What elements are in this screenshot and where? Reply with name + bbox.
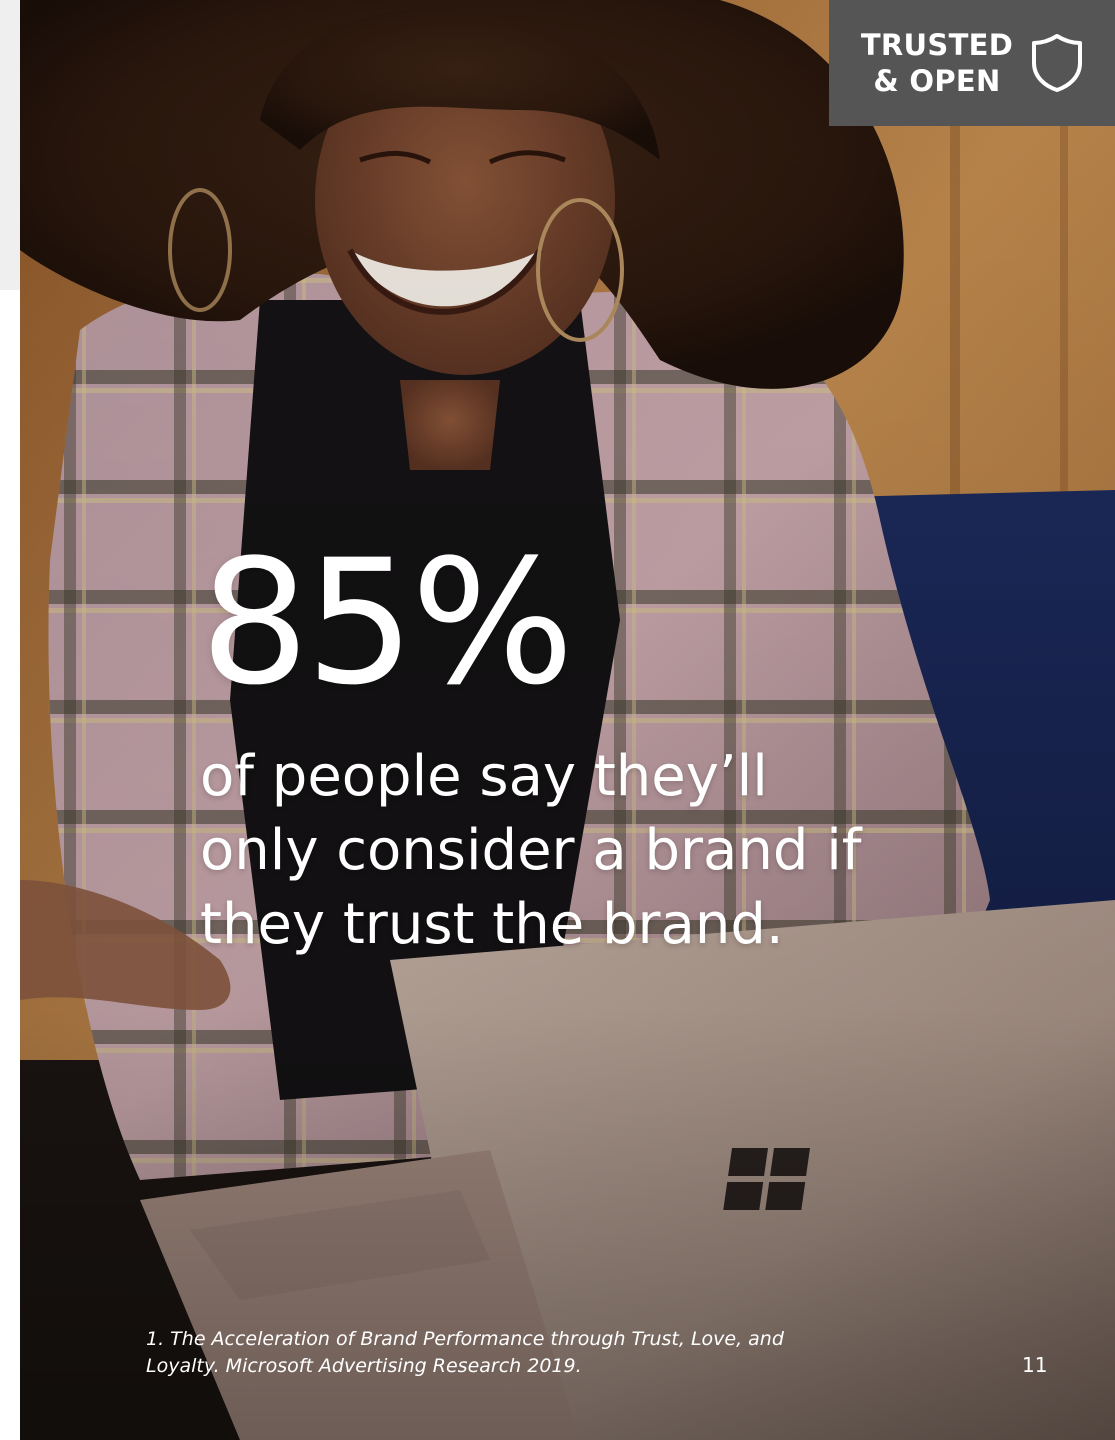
stat-text-line-3: they trust the brand. [200,892,784,957]
badge-line-2: & OPEN [873,64,1001,98]
stat-number: 85% [200,522,574,723]
footnote-line-1: 1. The Acceleration of Brand Performance… [146,1328,784,1350]
footnote-line-2: Loyalty. Microsoft Advertising Research … [146,1355,582,1377]
badge-line-1: TRUSTED [860,28,1014,62]
badge-label: TRUSTED & OPEN [861,27,1013,99]
page-number: 11 [1022,1353,1048,1377]
stat-text-line-1: of people say they’ll [200,744,768,809]
section-badge: TRUSTED & OPEN [829,0,1115,126]
shield-icon [1032,34,1083,92]
page-margin-strip [0,0,20,290]
stat-text-line-2: only consider a brand if [200,818,862,883]
